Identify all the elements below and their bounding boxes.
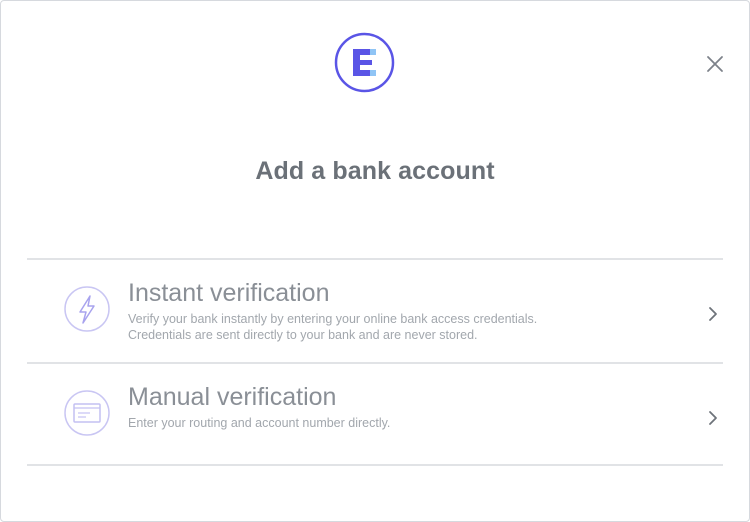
check-document-icon — [64, 390, 110, 436]
chevron-right-icon — [709, 307, 717, 321]
lightning-bolt-icon — [64, 286, 110, 332]
modal-title: Add a bank account — [255, 157, 495, 185]
instant-verification-option[interactable]: Instant verification Verify your bank in… — [27, 260, 723, 363]
option-title: Instant verification — [128, 279, 330, 307]
divider — [27, 464, 723, 466]
option-description: Verify your bank instantly by entering y… — [128, 312, 538, 326]
option-description: Credentials are sent directly to your ba… — [128, 328, 478, 342]
manual-verification-option[interactable]: Manual verification Enter your routing a… — [27, 364, 723, 464]
option-description: Enter your routing and account number di… — [128, 416, 391, 430]
brand-logo-icon — [334, 32, 395, 93]
add-bank-account-modal: Add a bank account Instant verification … — [0, 0, 750, 522]
close-icon[interactable] — [703, 52, 727, 76]
chevron-right-icon — [709, 411, 717, 425]
option-title: Manual verification — [128, 383, 337, 411]
